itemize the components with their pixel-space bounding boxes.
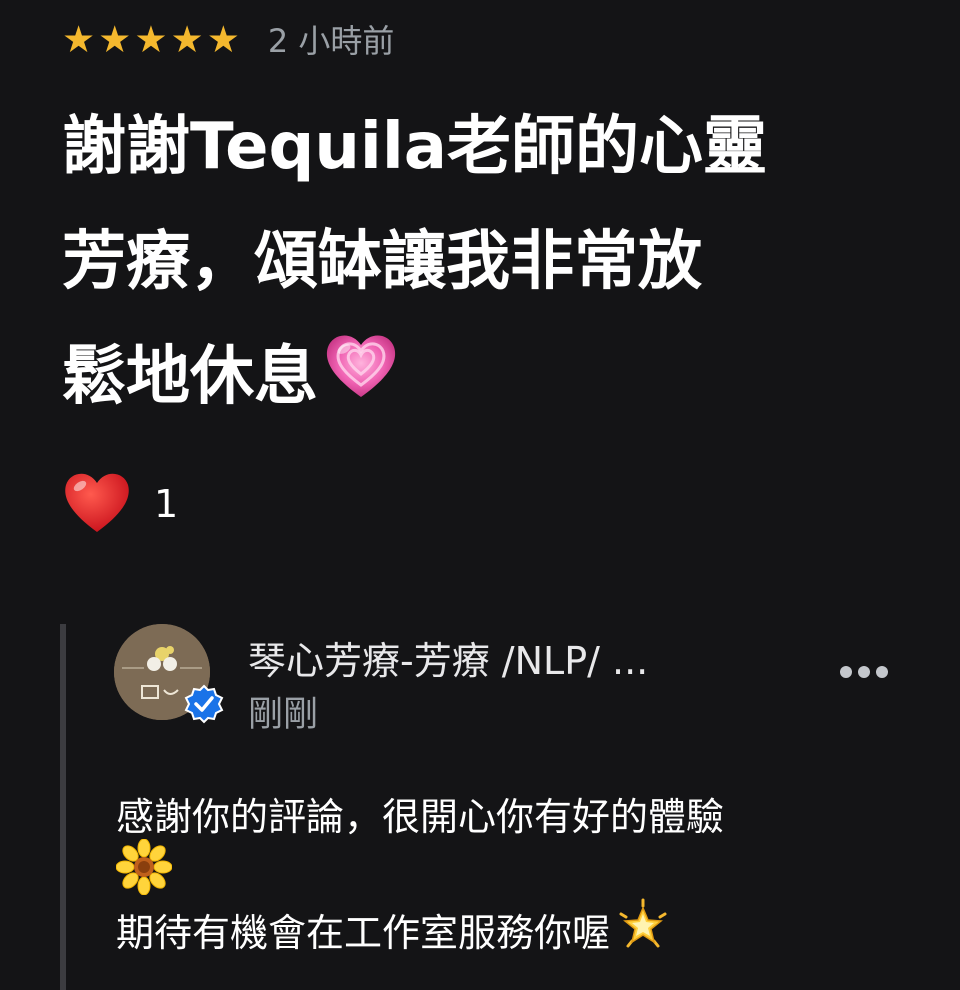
star-icon: ★: [98, 17, 132, 61]
review-text: 謝謝Tequila老師的心靈 芳療，頌缽讓我非常放 鬆地休息: [62, 90, 922, 438]
star-icon: ★: [134, 17, 168, 61]
review-text-line: 芳療，頌缽讓我非常放: [62, 225, 702, 299]
growing-heart-icon: [322, 323, 400, 438]
glowing-star-icon: [616, 898, 670, 968]
sunflower-icon: [115, 838, 173, 911]
reply-divider: [60, 624, 66, 990]
star-icon: ★: [170, 17, 204, 61]
review-text-line-content: 鬆地休息: [62, 340, 318, 414]
review-text-line: 鬆地休息: [62, 320, 922, 438]
reaction-count: 1: [154, 482, 179, 526]
more-dot: [876, 666, 888, 678]
more-dot: [840, 666, 852, 678]
review-rating-row: ★ ★ ★ ★ ★ 2 小時前: [62, 14, 394, 64]
reply-line: 感謝你的評論，很開心你有好的體驗: [116, 795, 725, 839]
star-rating: ★ ★ ★ ★ ★: [62, 21, 240, 58]
red-heart-icon[interactable]: [62, 469, 132, 539]
review-text-line: 謝謝Tequila老師的心靈: [62, 110, 767, 184]
review-timestamp: 2 小時前: [267, 22, 395, 60]
more-dot: [858, 666, 870, 678]
reply-timestamp: 剛剛: [248, 695, 319, 735]
more-options-button[interactable]: [832, 654, 896, 690]
reaction-row: 1: [62, 468, 178, 540]
star-icon: ★: [62, 17, 96, 61]
reply-line: 期待有機會在工作室服務你喔: [116, 898, 916, 962]
star-icon: ★: [206, 17, 240, 61]
owner-name[interactable]: 琴心芳療-芳療 /NLP/ ...: [248, 630, 808, 685]
verified-badge-icon: [184, 684, 224, 724]
reply-line: [115, 838, 916, 904]
reply-text: 感謝你的評論，很開心你有好的體驗 期待有機會在工作室服務你喔: [115, 788, 916, 962]
reply-line-content: 期待有機會在工作室服務你喔: [116, 911, 611, 955]
